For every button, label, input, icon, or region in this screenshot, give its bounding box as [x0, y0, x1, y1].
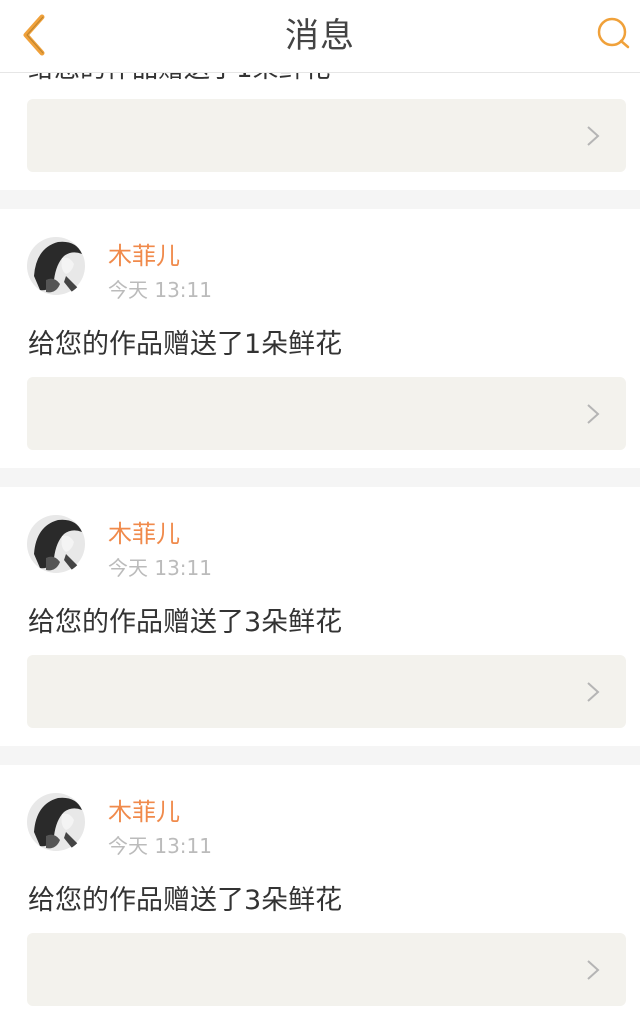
- message-card: 木菲儿 今天 13:11 给您的作品赠送了3朵鲜花: [0, 765, 640, 1011]
- chevron-right-icon: [587, 682, 600, 702]
- username[interactable]: 木菲儿: [108, 792, 180, 827]
- message-text: 给您的作品赠送了3朵鲜花: [28, 607, 343, 638]
- search-button[interactable]: [594, 12, 634, 56]
- avatar[interactable]: [26, 792, 86, 852]
- chevron-right-icon: [587, 960, 600, 980]
- message-link-box[interactable]: [27, 377, 626, 450]
- page-title: 消息: [285, 16, 355, 56]
- avatar[interactable]: [26, 236, 86, 296]
- message-text: 给您的作品赠送了1朵鲜花: [28, 329, 343, 360]
- timestamp: 今天 13:11: [108, 834, 212, 858]
- username[interactable]: 木菲儿: [108, 236, 180, 271]
- avatar[interactable]: [26, 514, 86, 574]
- message-card: 木菲儿 今天 13:11 给您的作品赠送了3朵鲜花: [0, 487, 640, 746]
- message-link-box[interactable]: [27, 655, 626, 728]
- message-link-box[interactable]: [27, 99, 626, 172]
- top-nav-bar: 消息: [0, 0, 640, 73]
- username[interactable]: 木菲儿: [108, 514, 180, 549]
- chevron-right-icon: [587, 126, 600, 146]
- timestamp: 今天 13:11: [108, 278, 212, 302]
- message-text: 给您的作品赠送了3朵鲜花: [28, 885, 343, 916]
- search-icon: [597, 17, 630, 49]
- message-card: 木菲儿 今天 13:11 给您的作品赠送了1朵鲜花: [0, 209, 640, 468]
- message-link-box[interactable]: [27, 933, 626, 1006]
- chevron-right-icon: [587, 404, 600, 424]
- timestamp: 今天 13:11: [108, 556, 212, 580]
